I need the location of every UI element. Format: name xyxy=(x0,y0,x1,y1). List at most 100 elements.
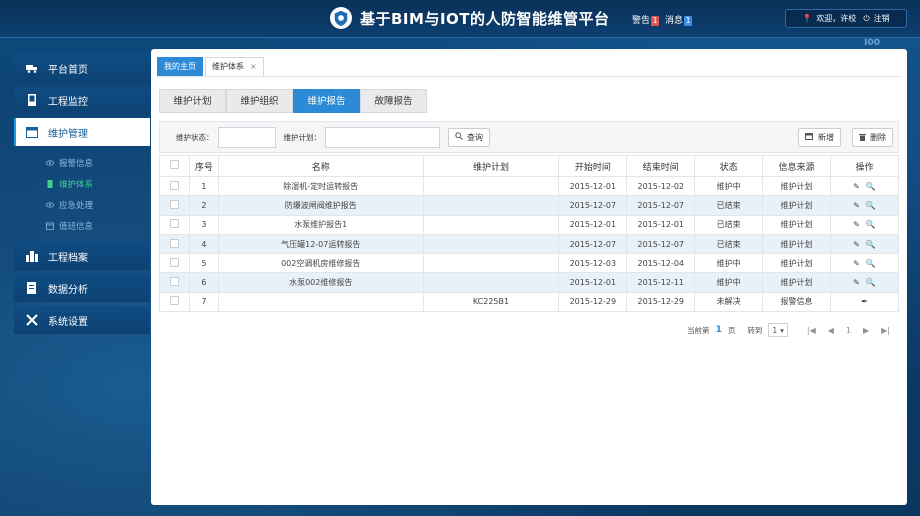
tab-home[interactable]: 我的主页 xyxy=(157,57,203,76)
first-page-icon[interactable]: |◀ xyxy=(804,326,819,335)
row-number: 2 xyxy=(188,195,219,216)
select-all-checkbox[interactable] xyxy=(169,160,179,169)
column-header[interactable]: 结束时间 xyxy=(626,155,696,177)
row-select-cell xyxy=(159,291,190,313)
row-status: 未解决 xyxy=(694,291,764,313)
submenu-item-label: 值班信息 xyxy=(59,221,94,232)
table-row[interactable]: 2 防爆波闸阀维护报告 2015-12-07 2015-12-07 已结束 维护… xyxy=(159,195,899,216)
last-page-icon[interactable]: ▶| xyxy=(878,326,893,335)
table-row[interactable]: 7 KC225B1 2015-12-29 2015-12-29 未解决 报警信息… xyxy=(159,291,899,313)
prev-page-icon[interactable]: ◀ xyxy=(825,326,837,335)
close-icon[interactable]: × xyxy=(250,62,257,71)
pen-icon[interactable]: ✒ xyxy=(861,297,868,306)
table-row[interactable]: 1 除湿机-定时运转报告 2015-12-01 2015-12-02 维护中 维… xyxy=(159,175,899,197)
row-name: 水泵002维修报告 xyxy=(217,272,424,293)
row-start-date: 2015-12-01 xyxy=(558,214,628,235)
edit-icon[interactable]: ✎ xyxy=(853,259,860,268)
plan-filter-input[interactable] xyxy=(325,126,440,148)
sidebar-item-label: 维护管理 xyxy=(48,128,88,140)
user-box: 📍 欢迎，许校 ⏻ 注销 xyxy=(785,9,907,28)
sidebar-item-analysis[interactable]: 数据分析 xyxy=(14,274,150,302)
view-icon[interactable]: 🔍 xyxy=(866,201,876,210)
row-source: 维护计划 xyxy=(762,214,831,235)
column-header[interactable]: 信息来源 xyxy=(762,155,831,177)
edit-icon[interactable]: ✎ xyxy=(853,182,860,191)
table-row[interactable]: 3 水泵维护报告1 2015-12-01 2015-12-01 已结束 维护计划… xyxy=(159,214,899,235)
calendar-icon xyxy=(46,222,54,230)
view-icon[interactable]: 🔍 xyxy=(866,278,876,287)
message-count-badge: 1 xyxy=(684,16,693,26)
delete-button[interactable]: 删除 xyxy=(852,128,893,147)
column-header[interactable]: 开始时间 xyxy=(558,155,628,177)
row-plan xyxy=(422,214,560,235)
row-actions: ✎ 🔍 xyxy=(830,175,899,197)
eye-icon xyxy=(46,159,54,167)
row-actions: ✎ 🔍 xyxy=(830,214,899,235)
row-select-cell xyxy=(159,175,190,197)
logout-link[interactable]: 注销 xyxy=(874,13,890,24)
edit-icon[interactable]: ✎ xyxy=(853,220,860,229)
row-checkbox[interactable] xyxy=(169,257,179,267)
column-header[interactable]: 状态 xyxy=(694,155,764,177)
next-page-icon[interactable]: ▶ xyxy=(860,326,872,335)
submenu-item-label: 维护体系 xyxy=(59,179,94,190)
edit-icon[interactable]: ✎ xyxy=(853,278,860,287)
tab-maintenance-system[interactable]: 维护体系 × xyxy=(205,57,264,76)
row-checkbox[interactable] xyxy=(169,219,179,229)
bookmark-icon xyxy=(46,179,54,188)
subtab-report[interactable]: 维护报告 xyxy=(293,89,360,113)
row-checkbox[interactable] xyxy=(169,199,179,209)
row-source: 维护计划 xyxy=(762,272,831,293)
table-row[interactable]: 6 水泵002维修报告 2015-12-01 2015-12-11 维护中 维护… xyxy=(159,272,899,293)
sidebar-item-monitoring[interactable]: 工程监控 xyxy=(14,86,150,114)
column-header[interactable]: 名称 xyxy=(217,155,424,177)
subtab-plan[interactable]: 维护计划 xyxy=(159,89,226,113)
row-status: 维护中 xyxy=(694,253,764,274)
alert-link[interactable]: 警告 1 xyxy=(632,13,660,26)
row-status: 已结束 xyxy=(694,233,764,255)
sidebar-item-archives[interactable]: 工程档案 xyxy=(14,242,150,270)
sidebar-item-maintenance[interactable]: 维护管理 xyxy=(14,118,150,146)
row-checkbox[interactable] xyxy=(169,180,179,190)
row-end-date: 2015-12-29 xyxy=(626,291,696,313)
subtab-organization[interactable]: 维护组织 xyxy=(226,89,293,113)
table-row[interactable]: 5 002空调机房维修报告 2015-12-03 2015-12-04 维护中 … xyxy=(159,253,899,274)
goto-page-select[interactable]: 1 ▾ xyxy=(768,323,788,337)
table-row[interactable]: 4 气压罐12-07运转报告 2015-12-07 2015-12-07 已结束… xyxy=(159,233,899,255)
subtab-fault-report[interactable]: 故障报告 xyxy=(360,89,427,113)
sidebar-item-home[interactable]: 平台首页 xyxy=(14,54,150,82)
row-plan xyxy=(422,272,560,293)
row-number: 1 xyxy=(188,175,219,197)
submenu-item-system[interactable]: 维护体系 xyxy=(14,173,150,194)
row-status: 已结束 xyxy=(694,195,764,216)
submenu-item-alarm[interactable]: 报警信息 xyxy=(14,152,150,173)
view-icon[interactable]: 🔍 xyxy=(866,182,876,191)
submenu-item-label: 报警信息 xyxy=(59,158,94,169)
add-button[interactable]: 新增 xyxy=(798,128,841,147)
view-icon[interactable]: 🔍 xyxy=(866,259,876,268)
plan-filter-label: 维护计划： xyxy=(283,132,322,142)
trash-icon xyxy=(859,133,866,143)
row-name: 防爆波闸阀维护报告 xyxy=(217,195,424,216)
submenu-item-duty[interactable]: 值班信息 xyxy=(14,215,150,236)
page-number[interactable]: 1 xyxy=(843,326,854,335)
view-icon[interactable]: 🔍 xyxy=(866,240,876,249)
submenu-item-label: 应急处理 xyxy=(59,200,94,211)
search-button[interactable]: 查询 xyxy=(448,127,490,147)
column-header[interactable]: 维护计划 xyxy=(422,155,560,177)
edit-icon[interactable]: ✎ xyxy=(853,240,860,249)
status-filter-input[interactable] xyxy=(217,126,276,148)
row-checkbox[interactable] xyxy=(169,238,179,248)
sidebar-item-settings[interactable]: 系统设置 xyxy=(14,306,150,334)
row-checkbox[interactable] xyxy=(169,296,179,306)
row-end-date: 2015-12-02 xyxy=(626,175,696,197)
message-link[interactable]: 消息 1 xyxy=(665,13,693,26)
edit-icon[interactable]: ✎ xyxy=(853,201,860,210)
add-button-label: 新增 xyxy=(818,133,834,142)
row-checkbox[interactable] xyxy=(169,277,179,287)
column-header[interactable]: 序号 xyxy=(188,155,219,177)
row-start-date: 2015-12-07 xyxy=(558,233,628,255)
goto-label: 转到 xyxy=(747,325,763,335)
view-icon[interactable]: 🔍 xyxy=(866,220,876,229)
submenu-item-emergency[interactable]: 应急处理 xyxy=(14,194,150,215)
